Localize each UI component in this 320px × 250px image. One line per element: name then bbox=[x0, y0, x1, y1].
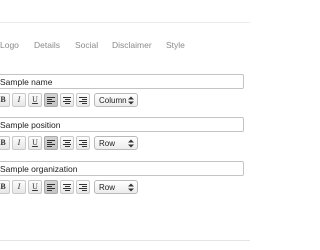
align-center-icon bbox=[63, 97, 71, 104]
align-left-icon bbox=[47, 140, 55, 147]
align-right-button[interactable] bbox=[76, 93, 90, 107]
position-input[interactable] bbox=[0, 117, 244, 132]
align-left-button[interactable] bbox=[44, 136, 58, 150]
align-right-icon bbox=[79, 97, 87, 104]
top-divider bbox=[0, 22, 250, 23]
italic-button[interactable]: I bbox=[12, 136, 26, 150]
layout-select[interactable]: Row bbox=[94, 180, 138, 194]
align-left-icon bbox=[47, 97, 55, 104]
organization-input[interactable] bbox=[0, 161, 244, 176]
underline-button[interactable]: U bbox=[28, 180, 42, 194]
tab-details[interactable]: Details bbox=[34, 39, 60, 51]
align-right-icon bbox=[79, 140, 87, 147]
align-center-button[interactable] bbox=[60, 93, 74, 107]
bold-button[interactable]: B bbox=[0, 136, 10, 150]
align-right-button[interactable] bbox=[76, 180, 90, 194]
tab-logo[interactable]: Logo bbox=[0, 39, 19, 51]
align-center-icon bbox=[63, 184, 71, 191]
align-right-icon bbox=[79, 184, 87, 191]
signature-editor-page: Logo Details Social Disclaimer Style B I… bbox=[0, 0, 250, 250]
align-center-icon bbox=[63, 140, 71, 147]
bold-button[interactable]: B bbox=[0, 93, 10, 107]
bottom-divider bbox=[0, 240, 250, 241]
align-center-button[interactable] bbox=[60, 180, 74, 194]
select-arrows-icon bbox=[128, 183, 134, 192]
italic-button[interactable]: I bbox=[12, 93, 26, 107]
name-input[interactable] bbox=[0, 74, 244, 89]
align-left-button[interactable] bbox=[44, 93, 58, 107]
tab-bar: Logo Details Social Disclaimer Style bbox=[0, 39, 250, 53]
layout-select-value: Column bbox=[99, 96, 127, 105]
layout-select-value: Row bbox=[99, 139, 116, 148]
underline-button[interactable]: U bbox=[28, 93, 42, 107]
align-center-button[interactable] bbox=[60, 136, 74, 150]
layout-select-value: Row bbox=[99, 183, 116, 192]
bold-button[interactable]: B bbox=[0, 180, 10, 194]
select-arrows-icon bbox=[128, 96, 134, 105]
tab-social[interactable]: Social bbox=[75, 39, 98, 51]
select-arrows-icon bbox=[128, 139, 134, 148]
align-left-button[interactable] bbox=[44, 180, 58, 194]
tab-disclaimer[interactable]: Disclaimer bbox=[112, 39, 152, 51]
layout-select[interactable]: Column bbox=[94, 93, 138, 107]
align-right-button[interactable] bbox=[76, 136, 90, 150]
tab-style[interactable]: Style bbox=[166, 39, 185, 51]
italic-button[interactable]: I bbox=[12, 180, 26, 194]
layout-select[interactable]: Row bbox=[94, 136, 138, 150]
underline-button[interactable]: U bbox=[28, 136, 42, 150]
align-left-icon bbox=[47, 184, 55, 191]
